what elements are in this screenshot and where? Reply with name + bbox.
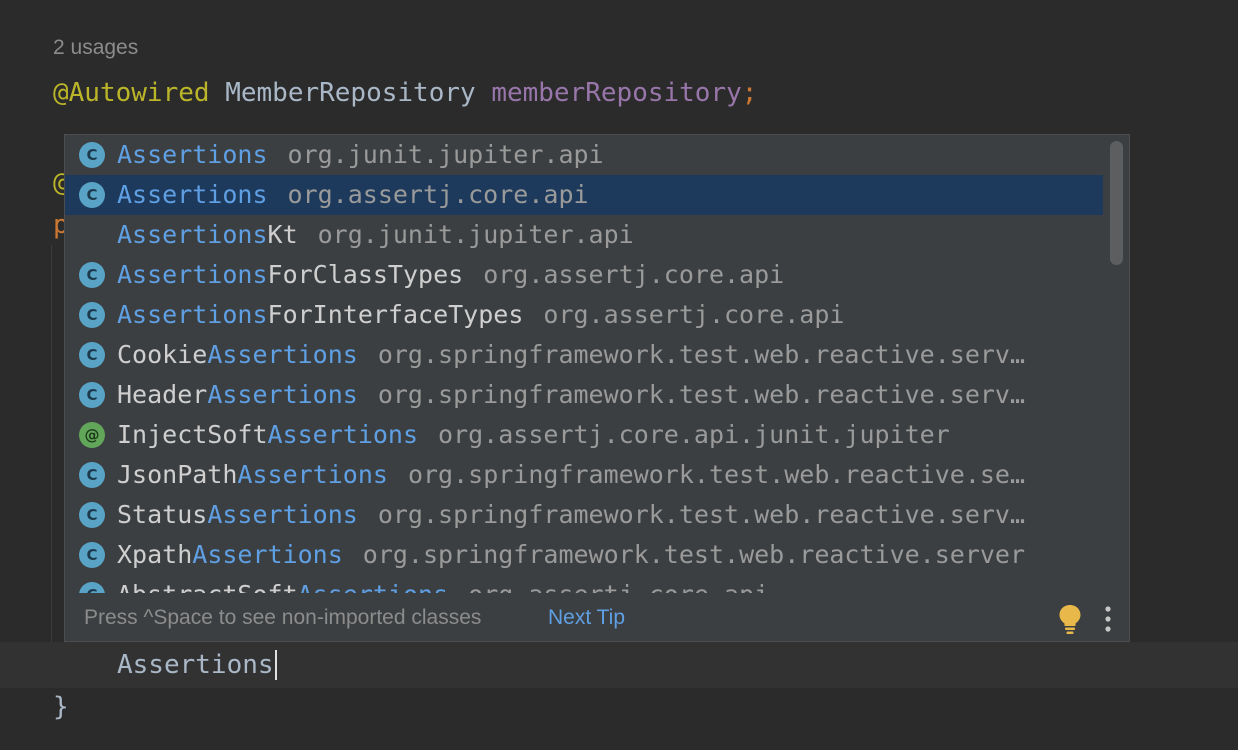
typed-text: Assertions — [117, 650, 274, 680]
class-kind-icon: C — [79, 182, 105, 208]
completion-item-text: HeaderAssertions org.springframework.test… — [117, 380, 1025, 410]
class-kind-icon: C — [79, 302, 105, 328]
footer-hint-text: Press ^Space to see non-imported classes — [84, 606, 482, 629]
completion-item[interactable]: C AbstractSoftAssertions org.assertj.core.… — [65, 575, 1103, 593]
item-name-match: Assertions — [207, 380, 358, 409]
completion-item-text: Assertions org.junit.jupiter.api — [117, 140, 604, 170]
item-name-match: Assertions — [117, 260, 268, 289]
item-name-prefix: Cookie — [117, 340, 208, 369]
item-name-suffix: Kt — [267, 220, 298, 249]
completion-item-text: CookieAssertions org.springframework.test… — [117, 340, 1025, 370]
item-name-prefix: JsonPath — [117, 460, 238, 489]
item-name-match: Assertions — [192, 540, 343, 569]
completion-item-text: AssertionsForClassTypes org.assertj.core.… — [117, 260, 784, 290]
completion-item[interactable]: C StatusAssertions org.springframework.tes… — [65, 495, 1103, 535]
text-caret — [274, 650, 277, 680]
usages-hint[interactable]: 2 usages — [53, 36, 138, 60]
field-type: MemberRepository — [225, 78, 476, 108]
item-name-match: Assertions — [298, 580, 449, 593]
closing-brace: } — [53, 692, 69, 722]
code-completion-popup[interactable]: C Assertions org.junit.jupiter.api C Asserti… — [64, 134, 1130, 642]
class-kind-icon: C — [79, 382, 105, 408]
completion-item-text: AssertionsKt org.junit.jupiter.api — [117, 220, 634, 250]
autowired-annotation: @Autowired — [53, 78, 210, 108]
completion-item[interactable]: C HeaderAssertions org.springframework.tes… — [65, 375, 1103, 415]
item-package: org.assertj.core.api — [468, 580, 769, 593]
item-package: org.assertj.core.api — [543, 300, 845, 329]
completion-item[interactable]: C Assertions org.assertj.core.api — [65, 175, 1103, 215]
class-kind-icon: C — [79, 462, 105, 488]
item-package: org.assertj.core.api — [483, 260, 785, 289]
item-package: org.springframework.test.web.reactive.se… — [407, 460, 1026, 489]
code-editor[interactable]: 2 usages @Autowired MemberRepository mem… — [0, 0, 1238, 750]
item-name-match: Assertions — [267, 420, 419, 449]
class-kind-icon: C — [79, 142, 105, 168]
item-package: org.junit.jupiter.api — [317, 220, 634, 249]
completion-item-text: StatusAssertions org.springframework.test… — [117, 500, 1025, 530]
completion-item-text: AssertionsForInterfaceTypes org.assertj.c… — [117, 300, 844, 330]
item-name-prefix: Xpath — [117, 540, 193, 569]
indent-guide — [51, 245, 52, 685]
completion-item[interactable]: C JsonPathAssertions org.springframework.t… — [65, 455, 1103, 495]
more-options-icon[interactable] — [1101, 605, 1115, 633]
class-kind-icon: C — [79, 582, 105, 593]
completion-item[interactable]: AssertionsKt org.junit.jupiter.api — [65, 215, 1103, 255]
item-name-match: Assertions — [117, 300, 268, 329]
completion-item-text: InjectSoftAssertions org.assertj.core.api… — [117, 420, 950, 450]
item-name-suffix: ForInterfaceTypes — [267, 300, 524, 329]
item-name-match: Assertions — [207, 500, 358, 529]
item-package: org.springframework.test.web.reactive.se… — [377, 500, 1026, 529]
class-kind-icon: C — [79, 342, 105, 368]
item-name-prefix: InjectSoft — [117, 420, 268, 449]
annotation-kind-icon: @ — [79, 422, 105, 448]
completion-item[interactable]: C CookieAssertions org.springframework.tes… — [65, 335, 1103, 375]
field-name: memberRepository — [491, 78, 742, 108]
completion-item[interactable]: C Assertions org.junit.jupiter.api — [65, 135, 1103, 175]
item-name-suffix: ForClassTypes — [267, 260, 464, 289]
field-declaration-line[interactable]: @Autowired MemberRepository memberReposi… — [53, 78, 757, 108]
completion-item[interactable]: C XpathAssertions org.springframework.test… — [65, 535, 1103, 575]
item-name-match: Assertions — [207, 340, 358, 369]
completion-item[interactable]: @ InjectSoftAssertions org.assertj.core.ap… — [65, 415, 1103, 455]
completion-item-text: XpathAssertions org.springframework.test.… — [117, 540, 1025, 570]
item-package: org.junit.jupiter.api — [287, 140, 604, 169]
lightbulb-icon[interactable] — [1057, 603, 1083, 635]
item-name-prefix: Status — [117, 500, 208, 529]
item-package: org.assertj.core.api — [287, 180, 589, 209]
item-package: org.springframework.test.web.reactive.se… — [377, 380, 1026, 409]
item-name-match: Assertions — [117, 180, 268, 209]
class-kind-icon: C — [79, 262, 105, 288]
item-name-match: Assertions — [117, 140, 268, 169]
completion-list[interactable]: C Assertions org.junit.jupiter.api C Asserti… — [65, 135, 1103, 593]
completion-item[interactable]: C AssertionsForInterfaceTypes org.assertj.… — [65, 295, 1103, 335]
item-package: org.assertj.core.api.junit.jupiter — [438, 420, 950, 449]
item-name-match: Assertions — [237, 460, 388, 489]
completion-item[interactable]: C AssertionsForClassTypes org.assertj.core… — [65, 255, 1103, 295]
completion-item-text: JsonPathAssertions org.springframework.te… — [117, 460, 1025, 490]
typed-code-line[interactable]: Assertions — [117, 650, 277, 680]
completion-item-text: Assertions org.assertj.core.api — [117, 180, 589, 210]
class-kind-icon: C — [79, 542, 105, 568]
next-tip-link[interactable]: Next Tip — [548, 605, 625, 631]
item-package: org.springframework.test.web.reactive.se… — [377, 340, 1026, 369]
item-name-match: Assertions — [117, 220, 268, 249]
item-name-prefix: Header — [117, 380, 208, 409]
completion-scrollbar-thumb[interactable] — [1110, 141, 1123, 265]
class-kind-icon: C — [79, 502, 105, 528]
completion-footer: Press ^Space to see non-imported classes… — [65, 593, 1129, 641]
item-name-prefix: AbstractSoft — [117, 580, 298, 593]
completion-item-text: AbstractSoftAssertions org.assertj.core.a… — [117, 580, 769, 593]
semicolon: ; — [741, 78, 758, 108]
item-package: org.springframework.test.web.reactive.se… — [362, 540, 1026, 569]
